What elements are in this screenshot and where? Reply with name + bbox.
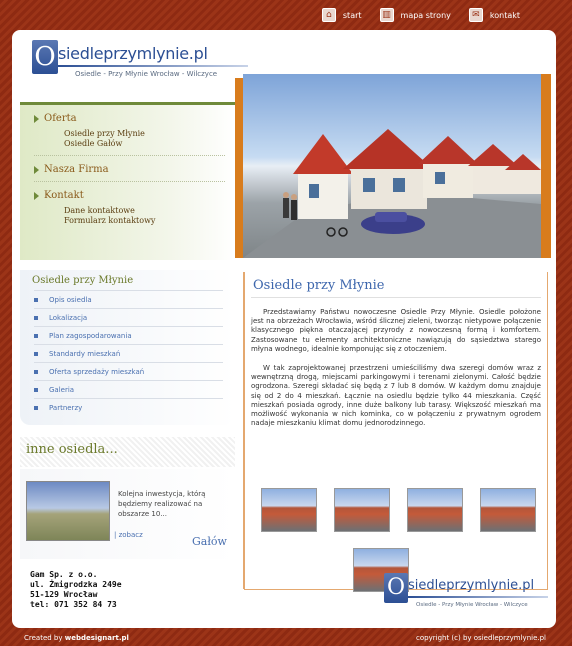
sidebar-item-oferta[interactable]: Oferta sprzedaży mieszkań (34, 362, 223, 380)
sidebar-item-lokalizacja[interactable]: Lokalizacja (34, 308, 223, 326)
copyright: copyright (c) by osiedleprzymlynie.pl (416, 634, 546, 642)
see-more-link[interactable]: | zobacz (114, 531, 143, 539)
estate-description: Kolejna inwestycja, którą będziemy reali… (118, 490, 206, 518)
estate-name-link[interactable]: Gałów (192, 535, 227, 548)
address-line: 51-129 Wrocław (30, 590, 98, 599)
menu-head-label: Oferta (44, 113, 77, 124)
gallery-thumb[interactable] (407, 488, 463, 532)
address-line: tel: 071 352 84 73 (30, 600, 117, 609)
home-icon: ⌂ (321, 8, 336, 22)
footer-logo-letter: O (384, 573, 408, 603)
main-content: Osiedle przy Młynie Przedstawiamy Państw… (243, 272, 548, 592)
nav-start[interactable]: ⌂ start (321, 8, 362, 22)
bullet-icon (34, 387, 38, 392)
address-line: ul. Żmigrodzka 249e (30, 580, 122, 589)
menu-item-osiedle-przy-mlynie[interactable]: Osiedle przy Młynie (64, 129, 225, 139)
gallery-thumb[interactable] (480, 488, 536, 532)
page-title: Osiedle przy Młynie (253, 278, 385, 293)
bullet-icon (34, 405, 38, 410)
footer-logo-underline (408, 596, 548, 598)
nav-sitemap-label: mapa strony (400, 10, 451, 20)
menu-item-osiedle-galow[interactable]: Osiedle Gałów (64, 139, 225, 149)
sidebar-item-label: Plan zagospodarowania (49, 331, 132, 340)
menu-head-oferta[interactable]: Oferta (34, 113, 225, 124)
sidebar-item-label: Galeria (49, 385, 75, 394)
bullet-icon (34, 333, 38, 338)
logo-letter: O (32, 40, 58, 74)
created-by: Created by webdesignart.pl (24, 634, 129, 642)
sitemap-icon: ▥ (379, 8, 394, 22)
bullet-icon (34, 369, 38, 374)
nav-sitemap[interactable]: ▥ mapa strony (379, 8, 451, 22)
mail-icon: ✉ (468, 8, 483, 22)
menu-item-dane-kontaktowe[interactable]: Dane kontaktowe (64, 206, 225, 216)
menu-head-label: Kontakt (44, 190, 84, 201)
logo-text: siedleprzymlynie.pl (58, 44, 208, 63)
gallery-thumb[interactable] (334, 488, 390, 532)
footer-logo-text: siedleprzymlynie.pl (408, 578, 535, 593)
bullet-icon (34, 315, 38, 320)
sidebar-item-galeria[interactable]: Galeria (34, 380, 223, 398)
sidebar-item-partnerzy[interactable]: Partnerzy (34, 398, 223, 416)
arrow-right-icon (34, 165, 39, 174)
nav-contact[interactable]: ✉ kontakt (468, 8, 520, 22)
title-divider (251, 297, 541, 298)
menu-item-formularz[interactable]: Formularz kontaktowy (64, 216, 225, 226)
menu-section-oferta: Oferta Osiedle przy Młynie Osiedle Gałów (34, 105, 225, 156)
other-estates-title: inne osiedla... (20, 437, 235, 467)
arrow-right-icon (34, 191, 39, 200)
site-logo[interactable]: O siedleprzymlynie.pl Osiedle - Przy Mły… (20, 34, 248, 94)
sidebar-item-label: Opis osiedla (49, 295, 92, 304)
estate-photo[interactable] (26, 481, 110, 541)
nav-contact-label: kontakt (489, 10, 520, 20)
company-address: Gam Sp. z o.o. ul. Żmigrodzka 249e 51-12… (30, 570, 122, 610)
logo-tagline: Osiedle - Przy Młynie Wrocław - Wilczyce (75, 70, 218, 78)
sidebar-item-label: Standardy mieszkań (49, 349, 121, 358)
menu-head-kontakt[interactable]: Kontakt (34, 190, 225, 201)
footer-logo-tagline: Osiedle - Przy Młynie Wrocław - Wilczyce (416, 602, 528, 608)
sidebar-item-label: Partnerzy (49, 403, 83, 412)
content-paragraph: W tak zaprojektowanej przestrzeni umieśc… (251, 364, 541, 428)
page-container: O siedleprzymlynie.pl Osiedle - Przy Mły… (12, 30, 556, 628)
address-line: Gam Sp. z o.o. (30, 570, 98, 579)
sidebar-item-plan[interactable]: Plan zagospodarowania (34, 326, 223, 344)
sidebar-item-label: Lokalizacja (49, 313, 88, 322)
other-estates: inne osiedla... Kolejna inwestycja, któr… (20, 437, 235, 559)
content-paragraph: Przedstawiamy Państwu nowoczesne Osiedle… (251, 308, 541, 353)
hero-image (243, 74, 551, 258)
sidebar-title: Osiedle przy Młynie (32, 275, 134, 286)
arrow-right-icon (34, 114, 39, 123)
sidebar-item-standardy[interactable]: Standardy mieszkań (34, 344, 223, 362)
gallery-thumb[interactable] (261, 488, 317, 532)
sidebar-item-opis[interactable]: Opis osiedla (34, 290, 223, 308)
sidebar-item-label: Oferta sprzedaży mieszkań (49, 367, 145, 376)
nav-start-label: start (342, 10, 362, 20)
logo-underline (58, 65, 248, 67)
created-by-prefix: Created by (24, 634, 63, 642)
menu-head-label: Nasza Firma (44, 164, 109, 175)
menu-head-nasza-firma[interactable]: Nasza Firma (34, 164, 225, 175)
sidebar: Osiedle przy Młynie Opis osiedla Lokaliz… (20, 270, 235, 425)
footer-logo: O siedleprzymlynie.pl Osiedle - Przy Mły… (378, 570, 554, 628)
main-menu: Oferta Osiedle przy Młynie Osiedle Gałów… (20, 102, 235, 260)
menu-section-kontakt: Kontakt Dane kontaktowe Formularz kontak… (34, 182, 225, 232)
bullet-icon (34, 297, 38, 302)
menu-section-nasza-firma: Nasza Firma (34, 156, 225, 182)
created-by-link[interactable]: webdesignart.pl (65, 634, 129, 642)
bullet-icon (34, 351, 38, 356)
top-navigation: ⌂ start ▥ mapa strony ✉ kontakt (304, 8, 520, 22)
hero-illustration (243, 129, 541, 258)
